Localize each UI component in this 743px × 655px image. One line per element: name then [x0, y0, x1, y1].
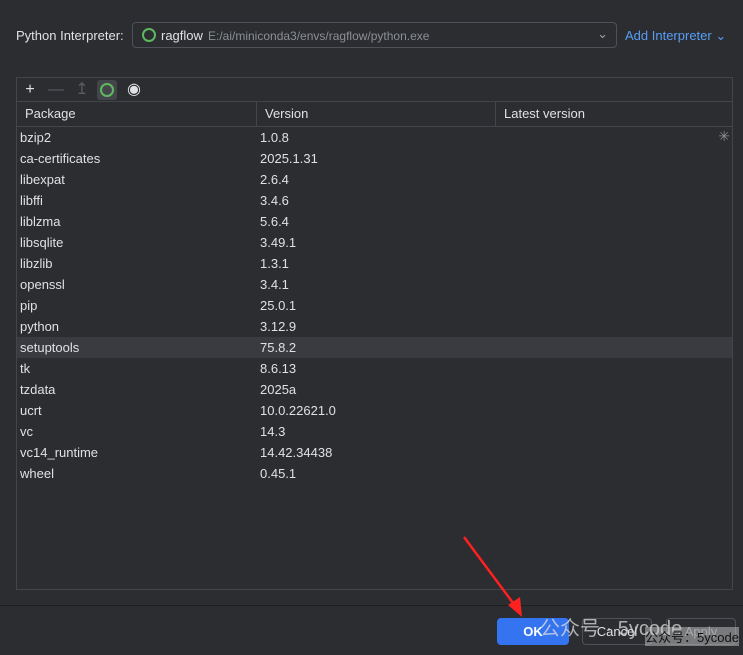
package-version: 3.49.1: [260, 235, 297, 250]
header-latest-version[interactable]: Latest version: [496, 102, 732, 126]
table-row[interactable]: setuptools 75.8.2: [17, 337, 732, 358]
package-name: setuptools: [20, 340, 80, 355]
package-version: 75.8.2: [260, 340, 297, 355]
package-name: libexpat: [20, 172, 65, 187]
table-row[interactable]: libffi 3.4.6: [17, 190, 732, 211]
package-name: tk: [20, 361, 31, 376]
package-name: ca-certificates: [20, 151, 101, 166]
table-row[interactable]: python 3.12.9: [17, 316, 732, 337]
table-row[interactable]: libexpat 2.6.4: [17, 169, 732, 190]
package-version: 8.6.13: [260, 361, 297, 376]
package-version: 10.0.22621.0: [260, 403, 336, 418]
table-row[interactable]: tk 8.6.13: [17, 358, 732, 379]
header-version[interactable]: Version: [257, 102, 496, 126]
package-name: wheel: [20, 466, 54, 481]
package-name: pip: [20, 298, 38, 313]
red-arrow-annotation: [462, 536, 522, 617]
add-interpreter-label: Add Interpreter: [625, 28, 712, 43]
minus-icon[interactable]: —: [46, 80, 66, 100]
add-interpreter-link[interactable]: Add Interpreter ⌄: [625, 28, 726, 44]
package-version: 25.0.1: [260, 298, 297, 313]
package-name: openssl: [20, 277, 65, 292]
footer-divider: [0, 605, 743, 606]
package-version: 5.6.4: [260, 214, 289, 229]
table-row[interactable]: libzlib 1.3.1: [17, 253, 732, 274]
package-table: + — ↥ ◉ Package Version Latest version b…: [16, 77, 733, 590]
package-version: 1.3.1: [260, 256, 289, 271]
package-version: 14.42.34438: [260, 445, 333, 460]
table-row[interactable]: tzdata 2025a: [17, 379, 732, 400]
table-header: Package Version Latest version: [17, 102, 732, 127]
package-name: tzdata: [20, 382, 56, 397]
eye-icon[interactable]: ◉: [124, 80, 144, 100]
package-version: 3.4.1: [260, 277, 289, 292]
chevron-down-icon: ⌄: [715, 28, 727, 43]
package-version: 2025.1.31: [260, 151, 318, 166]
table-row[interactable]: wheel 0.45.1: [17, 463, 732, 484]
package-name: vc14_runtime: [20, 445, 99, 460]
conda-icon: [142, 28, 156, 42]
plus-icon[interactable]: +: [20, 80, 40, 100]
package-version: 2025a: [260, 382, 297, 397]
table-row[interactable]: liblzma 5.6.4: [17, 211, 732, 232]
package-toolbar: + — ↥ ◉: [17, 78, 732, 102]
package-name: libsqlite: [20, 235, 64, 250]
table-body: bzip2 1.0.8 ca-certificates 2025.1.31 libexp…: [17, 127, 732, 484]
package-name: libzlib: [20, 256, 53, 271]
interpreter-select[interactable]: ragflow E:/ai/miniconda3/envs/ragflow/py…: [132, 22, 617, 48]
package-name: vc: [20, 424, 33, 439]
table-row[interactable]: bzip2 1.0.8: [17, 127, 732, 148]
upgrade-icon[interactable]: ↥: [72, 80, 92, 100]
loading-spinner-icon: ✳: [718, 128, 730, 144]
watermark-secondary: 公众号：5ycode: [645, 627, 739, 646]
interpreter-path: E:/ai/miniconda3/envs/ragflow/python.exe: [208, 29, 430, 43]
header-package[interactable]: Package: [17, 102, 257, 126]
package-version: 1.0.8: [260, 130, 289, 145]
package-name: libffi: [20, 193, 43, 208]
package-version: 3.4.6: [260, 193, 289, 208]
interpreter-name: ragflow: [161, 28, 203, 43]
package-name: ucrt: [20, 403, 42, 418]
package-name: liblzma: [20, 214, 61, 229]
table-row[interactable]: openssl 3.4.1: [17, 274, 732, 295]
table-row[interactable]: vc14_runtime 14.42.34438: [17, 442, 732, 463]
interpreter-label: Python Interpreter:: [16, 28, 124, 43]
table-row[interactable]: libsqlite 3.49.1: [17, 232, 732, 253]
table-row[interactable]: vc 14.3: [17, 421, 732, 442]
package-name: bzip2: [20, 130, 52, 145]
package-version: 2.6.4: [260, 172, 289, 187]
conda-icon[interactable]: [97, 80, 117, 100]
table-row[interactable]: ca-certificates 2025.1.31: [17, 148, 732, 169]
package-version: 14.3: [260, 424, 286, 439]
package-version: 0.45.1: [260, 466, 297, 481]
table-row[interactable]: pip 25.0.1: [17, 295, 732, 316]
package-name: python: [20, 319, 60, 334]
chevron-down-icon: ⌄: [597, 26, 608, 41]
table-row[interactable]: ucrt 10.0.22621.0: [17, 400, 732, 421]
package-version: 3.12.9: [260, 319, 297, 334]
